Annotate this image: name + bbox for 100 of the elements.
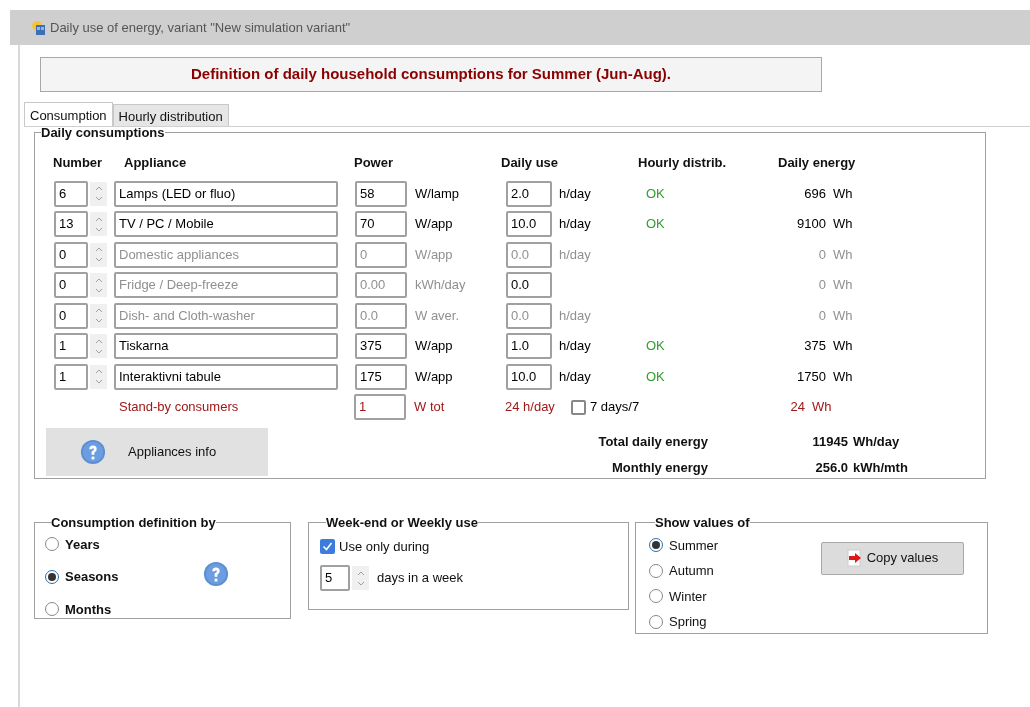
- radio-label: Seasons: [65, 568, 119, 586]
- chevron-down-icon: [94, 257, 103, 262]
- daily-energy: 1750: [796, 367, 826, 386]
- tab[interactable]: Hourly distribution: [112, 104, 229, 126]
- chevron-down-icon: [94, 318, 103, 323]
- checkbox-label: Use only during: [339, 537, 430, 556]
- hourly-status: OK: [646, 368, 665, 384]
- energy-unit: Wh: [833, 306, 853, 325]
- column-header: Number: [53, 153, 104, 172]
- daily-use-unit: h/day: [559, 246, 591, 262]
- radio-label: Years: [65, 535, 100, 554]
- spinner[interactable]: [90, 242, 107, 267]
- chevron-down-icon: [94, 226, 103, 232]
- energy-unit: Wh: [812, 398, 832, 417]
- hourly-status: OK: [646, 185, 665, 201]
- chevron-down-icon: [94, 287, 103, 293]
- energy-unit: Wh: [833, 337, 853, 356]
- power-field[interactable]: 175: [355, 363, 407, 390]
- daily-energy: 0: [817, 276, 826, 295]
- number-field[interactable]: 1: [54, 333, 88, 359]
- daily-use-unit: h/day: [559, 216, 591, 232]
- checkbox[interactable]: [320, 538, 335, 554]
- daily-use-field[interactable]: 10.0: [506, 211, 552, 237]
- chevron-down-icon: [94, 196, 103, 201]
- radio-label: Spring: [669, 613, 707, 631]
- appliance-field[interactable]: TV / PC / Mobile: [114, 211, 338, 237]
- appliance-field[interactable]: Lamps (LED or fluo): [114, 180, 338, 207]
- chevron-up-icon: [356, 570, 365, 576]
- total-value: 256.0: [814, 458, 848, 477]
- daily-use-field[interactable]: 2.0: [506, 180, 552, 207]
- group-title: Show values of: [655, 514, 750, 532]
- total-label: Total daily energy: [597, 433, 708, 451]
- help-icon: [80, 439, 106, 465]
- power-field[interactable]: 375: [355, 333, 407, 359]
- radio-label: Autumn: [669, 562, 714, 580]
- appliances-info-button[interactable]: Appliances info: [46, 428, 268, 476]
- daily-use-unit: h/day: [559, 307, 591, 323]
- spinner[interactable]: [90, 181, 107, 206]
- appliance-field[interactable]: Tiskarna: [114, 333, 338, 359]
- chevron-down-icon: [94, 379, 103, 384]
- total-unit: kWh/mth: [853, 458, 908, 477]
- header-banner: Definition of daily household consumptions for Summer (Jun-Aug).: [40, 57, 822, 92]
- daily-energy: 0: [817, 245, 826, 264]
- energy-unit: Wh: [833, 184, 853, 203]
- spinner[interactable]: [90, 364, 107, 389]
- power-unit: W aver.: [415, 306, 461, 325]
- energy-unit: Wh: [833, 367, 853, 386]
- checkbox[interactable]: [571, 399, 586, 415]
- checkbox-label: 7 days/7: [590, 398, 640, 417]
- daily-use-unit: h/day: [559, 338, 591, 354]
- spinner[interactable]: [352, 566, 369, 590]
- daily-energy: 9100: [796, 215, 826, 234]
- daily-use-field[interactable]: 1.0: [506, 333, 552, 359]
- radio-button[interactable]: [45, 602, 59, 617]
- daily-energy: 696: [803, 184, 826, 203]
- chevron-down-icon: [94, 348, 103, 354]
- radio-button[interactable]: [649, 614, 663, 629]
- group-title: Daily consumptions: [41, 124, 165, 142]
- spinner[interactable]: [90, 273, 107, 297]
- daily-use-unit: h/day: [559, 368, 591, 384]
- days-label: days in a week: [377, 569, 463, 588]
- chevron-down-icon: [356, 580, 365, 586]
- standby-hours: 24 h/day: [505, 398, 556, 417]
- radio-label: Summer: [669, 536, 719, 555]
- spinner[interactable]: [90, 303, 107, 328]
- tab[interactable]: Consumption: [24, 102, 113, 126]
- daily-use-field[interactable]: 10.0: [506, 363, 552, 390]
- window-title: Daily use of energy, variant "New simulation variant": [50, 18, 351, 37]
- app-icon: [30, 19, 46, 36]
- radio-button[interactable]: [45, 569, 59, 584]
- chevron-up-icon: [94, 369, 103, 374]
- standby-power-field[interactable]: 1: [354, 394, 406, 420]
- energy-unit: Wh: [833, 245, 853, 264]
- spinner[interactable]: [90, 334, 107, 358]
- number-field[interactable]: 1: [54, 363, 88, 390]
- group-title: Consumption definition by: [51, 514, 216, 532]
- chevron-up-icon: [94, 308, 103, 313]
- radio-button[interactable]: [649, 538, 663, 553]
- power-unit: W/app: [415, 215, 454, 234]
- power-field[interactable]: 58: [355, 180, 407, 207]
- total-unit: Wh/day: [853, 433, 900, 451]
- spinner[interactable]: [90, 212, 107, 236]
- number-field[interactable]: 13: [54, 211, 88, 237]
- radio-label: Winter: [669, 587, 707, 606]
- radio-button[interactable]: [649, 589, 663, 604]
- copy-values-button[interactable]: Copy values: [821, 541, 964, 575]
- power-field[interactable]: 70: [355, 211, 407, 237]
- energy-unit: Wh: [833, 276, 853, 295]
- total-value: 11945: [811, 433, 848, 451]
- number-field[interactable]: 6: [54, 180, 88, 207]
- column-header: Daily use: [501, 153, 560, 172]
- standby-label: Stand-by consumers: [119, 398, 240, 417]
- hourly-status: OK: [646, 216, 665, 232]
- radio-button[interactable]: [45, 537, 59, 552]
- days-field[interactable]: 5: [320, 565, 350, 591]
- energy-unit: Wh: [833, 215, 853, 234]
- radio-button[interactable]: [649, 563, 663, 578]
- group-title: Week-end or Weekly use: [326, 514, 478, 532]
- appliance-field[interactable]: Interaktivni tabule: [114, 363, 338, 390]
- power-unit: W/app: [415, 337, 454, 356]
